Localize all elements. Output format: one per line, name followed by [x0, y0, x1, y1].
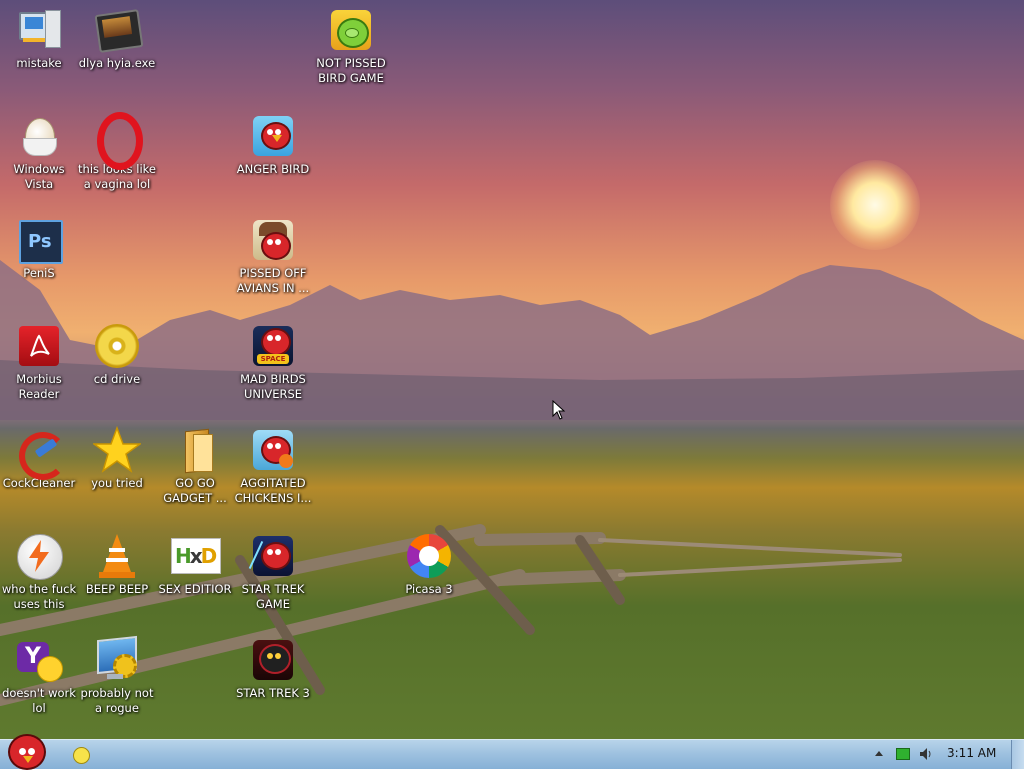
icon-label: mistake [16, 56, 62, 70]
volume-icon[interactable] [918, 746, 934, 762]
desktop-icon-anger-bird[interactable]: ANGER BIRD [234, 112, 312, 177]
quick-launch-sticky-notes[interactable] [70, 744, 92, 766]
desktop-icon-go-go-gadget[interactable]: GO GO GADGET ... [156, 426, 234, 506]
green-pig-icon [327, 6, 375, 54]
sun [830, 160, 920, 250]
angry-birds-space-icon: SPACE [249, 322, 297, 370]
show-hidden-icons-arrow [875, 751, 883, 756]
angry-birds-seasons-icon [249, 216, 297, 264]
angry-birds-star-wars-2-icon [249, 636, 297, 684]
icon-label: BEEP BEEP [85, 582, 149, 596]
icon-label: AGGITATED CHICKENS I... [234, 476, 312, 505]
photoshop-icon: Ps [15, 216, 63, 264]
gold-star-icon [91, 425, 143, 474]
desktop-icon-penis[interactable]: Ps PeniS [0, 216, 78, 281]
icon-label: PISSED OFF AVIANS IN ... [236, 266, 310, 295]
computer-icon [15, 6, 63, 54]
desktop-icon-dlya-hyia[interactable]: dlya hyia.exe [78, 6, 156, 71]
desktop-icon-mad-birds-universe[interactable]: SPACE MAD BIRDS UNIVERSE [234, 322, 312, 402]
desktop-icon-pissed-off-avians[interactable]: PISSED OFF AVIANS IN ... [234, 216, 312, 296]
desktop-icon-mistake[interactable]: mistake [0, 6, 78, 71]
icon-label: GO GO GADGET ... [163, 476, 227, 505]
yahoo-messenger-icon: Y [15, 636, 63, 684]
egg-icon [15, 112, 63, 160]
desktop-icon-cockcleaner[interactable]: CockCleaner [0, 426, 78, 491]
desktop-icon-cd-drive[interactable]: cd drive [78, 322, 156, 387]
network-icon[interactable] [894, 746, 910, 762]
icon-label: cd drive [93, 372, 141, 386]
angry-birds-rio-icon [249, 426, 297, 474]
desktop-icon-star-trek-3[interactable]: STAR TREK 3 [234, 636, 312, 701]
icon-label: PeniS [23, 266, 55, 280]
hxd-editor-icon: HxD [171, 532, 221, 580]
cd-icon [93, 322, 141, 370]
picasa-icon [405, 532, 453, 580]
angry-birds-star-wars-icon [248, 532, 297, 580]
icon-label: dlya hyia.exe [78, 56, 156, 70]
desktop-icon-aggitated-chickens[interactable]: AGGITATED CHICKENS I... [234, 426, 312, 506]
show-desktop-button[interactable] [1011, 740, 1024, 769]
icon-label: STAR TREK GAME [241, 582, 305, 611]
desktop-icon-probably-not-a-rogue[interactable]: probably not a rogue [78, 635, 156, 716]
lightning-icon [15, 532, 63, 580]
icon-label: Windows Vista [13, 162, 65, 191]
icon-label: NOT PISSED BIRD GAME [316, 56, 386, 85]
desktop-icon-windows-vista[interactable]: Windows Vista [0, 112, 78, 192]
icon-label: you tried [91, 476, 143, 490]
icon-label: who the fuck uses this [1, 582, 77, 611]
show-hidden-icons-button[interactable] [874, 746, 884, 762]
desktop-icon-picasa[interactable]: Picasa 3 [390, 532, 468, 597]
angry-bird-start-icon [8, 734, 46, 770]
sticky-notes-icon [73, 747, 90, 764]
desktop-icon-doesnt-work[interactable]: Y doesn't work lol [0, 636, 78, 716]
ccleaner-icon [15, 426, 67, 480]
folder-icon [171, 426, 219, 474]
desktop-icon-beep-beep[interactable]: BEEP BEEP [78, 532, 156, 597]
start-button[interactable] [2, 732, 50, 770]
pdf-reader-icon [15, 322, 63, 370]
icon-label: Morbius Reader [16, 372, 62, 401]
desktop-icon-you-tried[interactable]: you tried [78, 425, 156, 491]
icon-label: ANGER BIRD [236, 162, 310, 176]
desktop-icon-sex-editior[interactable]: HxD SEX EDITIOR [156, 532, 234, 597]
taskbar: 3:11 AM [0, 734, 1024, 770]
opera-icon [93, 112, 143, 170]
desktop-icon-opera[interactable]: this looks like a vagina lol [78, 112, 156, 192]
icon-label: Picasa 3 [405, 582, 453, 596]
video-app-icon [93, 6, 144, 54]
angry-bird-icon [249, 112, 297, 160]
monitor-gears-icon [93, 635, 141, 684]
mouse-cursor [552, 400, 566, 420]
icon-label: doesn't work lol [2, 686, 76, 715]
icon-label: MAD BIRDS UNIVERSE [240, 372, 306, 401]
icon-label: SEX EDITIOR [158, 582, 232, 596]
vlc-cone-icon [93, 532, 141, 580]
icon-label: STAR TREK 3 [236, 686, 310, 700]
taskbar-clock[interactable]: 3:11 AM [947, 746, 996, 760]
system-tray: 3:11 AM [864, 740, 1024, 769]
desktop-icon-who-uses-this[interactable]: who the fuck uses this [0, 532, 78, 612]
desktop[interactable]: mistake Windows Vista Ps PeniS Morbius R… [0, 0, 1024, 739]
desktop-icon-star-trek-game[interactable]: STAR TREK GAME [234, 532, 312, 612]
icon-label: probably not a rogue [80, 686, 154, 715]
desktop-icon-morbius-reader[interactable]: Morbius Reader [0, 322, 78, 402]
desktop-icon-not-pissed-bird-game[interactable]: NOT PISSED BIRD GAME [312, 6, 390, 86]
